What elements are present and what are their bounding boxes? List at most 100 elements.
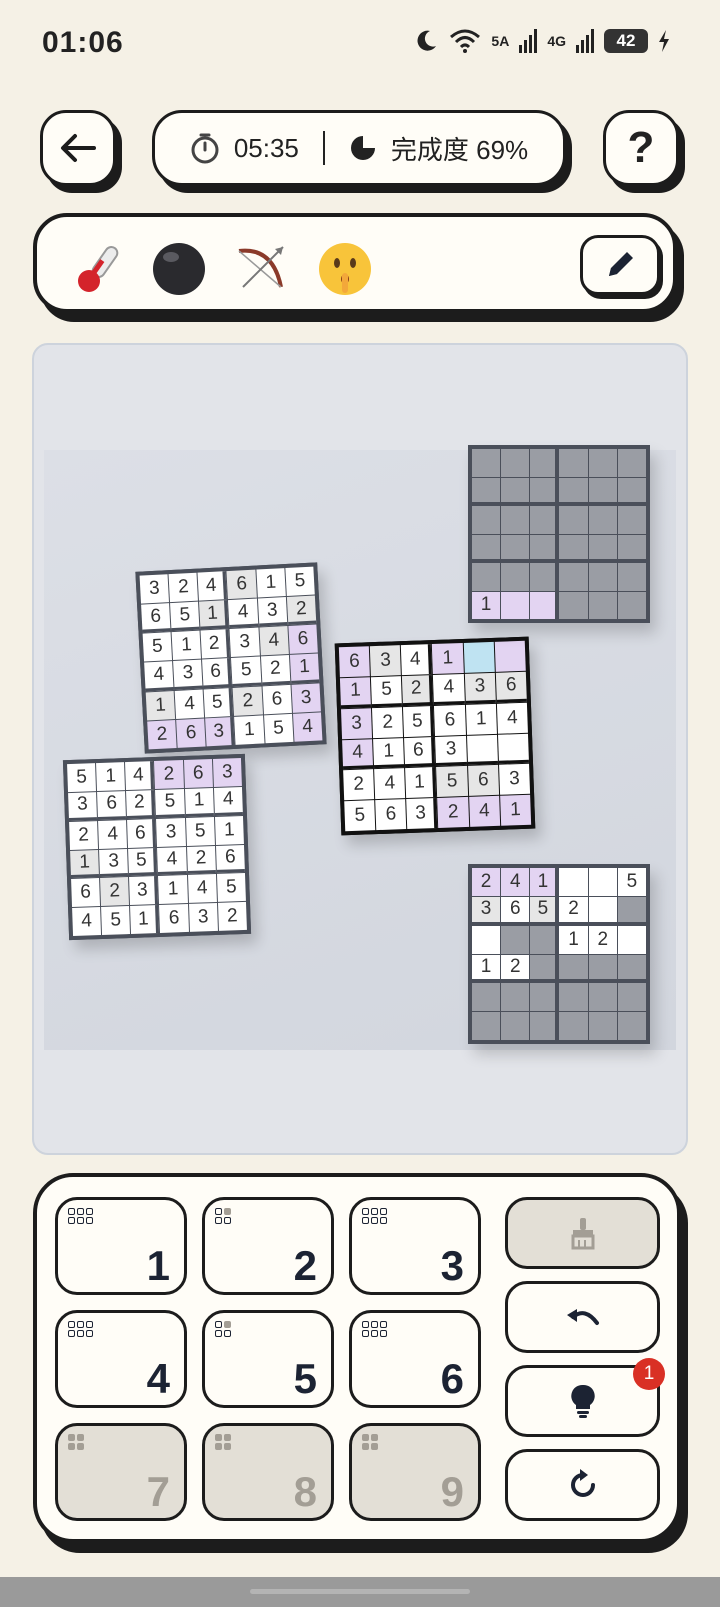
grid-cell[interactable]: 2 xyxy=(588,925,617,954)
grid-cell[interactable]: 2 xyxy=(186,845,216,875)
undo-button[interactable] xyxy=(505,1281,660,1353)
grid-cell[interactable] xyxy=(617,896,646,925)
grid-cell[interactable] xyxy=(588,563,617,591)
grid-cell[interactable]: 5 xyxy=(371,675,403,707)
grid-cell[interactable] xyxy=(494,640,526,672)
grid-cell[interactable]: 6 xyxy=(159,904,189,933)
grid-cell[interactable]: 3 xyxy=(68,791,98,821)
grid-cell[interactable] xyxy=(530,563,559,591)
key-5[interactable]: 5 xyxy=(202,1310,334,1408)
grid-cell[interactable]: 5 xyxy=(185,816,215,846)
grid-cell[interactable] xyxy=(559,563,588,591)
grid-cell[interactable] xyxy=(472,477,501,505)
grid-cell[interactable]: 6 xyxy=(338,646,371,678)
grid-cell[interactable]: 2 xyxy=(437,797,469,828)
grid-cell[interactable] xyxy=(559,591,588,619)
grid-cell[interactable] xyxy=(617,591,646,619)
grid-cell[interactable]: 6 xyxy=(127,818,157,848)
grid-cell[interactable] xyxy=(530,1012,559,1040)
grid-cell[interactable] xyxy=(588,534,617,562)
grid-cell[interactable]: 5 xyxy=(155,788,185,818)
grid-cell[interactable]: 4 xyxy=(213,786,243,816)
grid-cell[interactable]: 6 xyxy=(183,759,213,788)
grid-cell[interactable]: 1 xyxy=(199,600,229,630)
grid-cell[interactable]: 3 xyxy=(340,707,373,739)
grid-cell[interactable]: 4 xyxy=(501,868,530,896)
grid-cell[interactable]: 1 xyxy=(405,767,437,799)
grid-cell[interactable]: 5 xyxy=(403,705,435,737)
grid-bottom-right[interactable]: 241536521212 xyxy=(468,864,650,1044)
grid-cell[interactable] xyxy=(588,591,617,619)
grid-cell[interactable]: 2 xyxy=(402,674,434,706)
grid-cell[interactable]: 6 xyxy=(141,603,171,633)
grid-cell[interactable]: 6 xyxy=(226,569,257,600)
grid-cell[interactable] xyxy=(559,954,588,983)
grid-cell[interactable]: 3 xyxy=(156,817,186,847)
grid-cell[interactable] xyxy=(617,1012,646,1040)
shushing-face-icon[interactable] xyxy=(317,241,373,297)
grid-cell[interactable] xyxy=(530,534,559,562)
restart-button[interactable] xyxy=(505,1449,660,1521)
grid-cell[interactable] xyxy=(530,506,559,534)
grid-cell[interactable]: 6 xyxy=(434,704,466,736)
grid-cell[interactable] xyxy=(472,534,501,562)
grid-cell[interactable]: 5 xyxy=(263,713,294,744)
grid-cell[interactable]: 6 xyxy=(202,658,232,689)
pencil-mode-button[interactable] xyxy=(580,235,660,295)
grid-cell[interactable] xyxy=(501,477,530,505)
black-ball-icon[interactable] xyxy=(151,241,207,297)
grid-cell[interactable]: 5 xyxy=(436,766,468,798)
grid-cell[interactable]: 2 xyxy=(69,820,99,850)
grid-cell[interactable]: 4 xyxy=(125,761,155,790)
grid-cell[interactable]: 4 xyxy=(468,795,501,827)
grid-cell[interactable]: 4 xyxy=(174,689,205,719)
grid-cell[interactable] xyxy=(530,983,559,1012)
grid-cell[interactable]: 2 xyxy=(233,686,263,716)
grid-cell[interactable] xyxy=(588,868,617,896)
grid-cell[interactable]: 5 xyxy=(285,566,315,597)
grid-cell[interactable]: 2 xyxy=(200,629,231,659)
grid-cell[interactable] xyxy=(559,534,588,562)
grid-cell[interactable] xyxy=(472,506,501,534)
grid-cell[interactable]: 2 xyxy=(501,954,530,983)
grid-cell[interactable]: 2 xyxy=(372,706,404,738)
grid-cell[interactable]: 3 xyxy=(257,597,288,627)
grid-cell[interactable] xyxy=(501,563,530,591)
grid-cell[interactable]: 3 xyxy=(129,876,159,906)
grid-cell[interactable] xyxy=(530,449,559,477)
grid-cell[interactable]: 6 xyxy=(176,718,206,748)
grid-cell[interactable] xyxy=(617,983,646,1012)
grid-cell[interactable]: 1 xyxy=(234,715,265,745)
grid-cell[interactable]: 1 xyxy=(339,677,372,708)
grid-cell[interactable]: 1 xyxy=(289,653,320,684)
grid-cell[interactable] xyxy=(617,925,646,954)
grid-cell[interactable]: 1 xyxy=(256,568,286,598)
thermometer-icon[interactable] xyxy=(69,241,125,297)
grid-cell[interactable] xyxy=(588,1012,617,1040)
grid-cell[interactable]: 4 xyxy=(401,644,433,675)
key-6[interactable]: 6 xyxy=(349,1310,481,1408)
grid-cell[interactable]: 4 xyxy=(433,673,465,705)
grid-cell[interactable]: 4 xyxy=(292,712,323,742)
grid-cell[interactable] xyxy=(559,477,588,505)
grid-cell[interactable] xyxy=(472,449,501,477)
grid-cell[interactable] xyxy=(588,896,617,925)
grid-cell[interactable]: 1 xyxy=(96,762,126,791)
key-4[interactable]: 4 xyxy=(55,1310,187,1408)
grid-cell[interactable]: 6 xyxy=(501,896,530,925)
grid-cell[interactable]: 3 xyxy=(99,848,129,878)
grid-cell[interactable]: 2 xyxy=(343,769,375,801)
back-button[interactable] xyxy=(40,110,116,186)
grid-cell[interactable]: 4 xyxy=(187,874,217,904)
grid-cell[interactable] xyxy=(501,983,530,1012)
grid-cell[interactable]: 4 xyxy=(496,702,528,734)
grid-cell[interactable] xyxy=(530,591,559,619)
grid-cell[interactable] xyxy=(559,983,588,1012)
grid-cell[interactable] xyxy=(530,477,559,505)
grid-cell[interactable] xyxy=(559,506,588,534)
grid-cell[interactable]: 3 xyxy=(205,716,236,747)
key-7[interactable]: 7 xyxy=(55,1423,187,1521)
grid-cell[interactable]: 1 xyxy=(145,690,176,721)
grid-cell[interactable] xyxy=(617,449,646,477)
grid-cell[interactable]: 1 xyxy=(472,954,501,983)
